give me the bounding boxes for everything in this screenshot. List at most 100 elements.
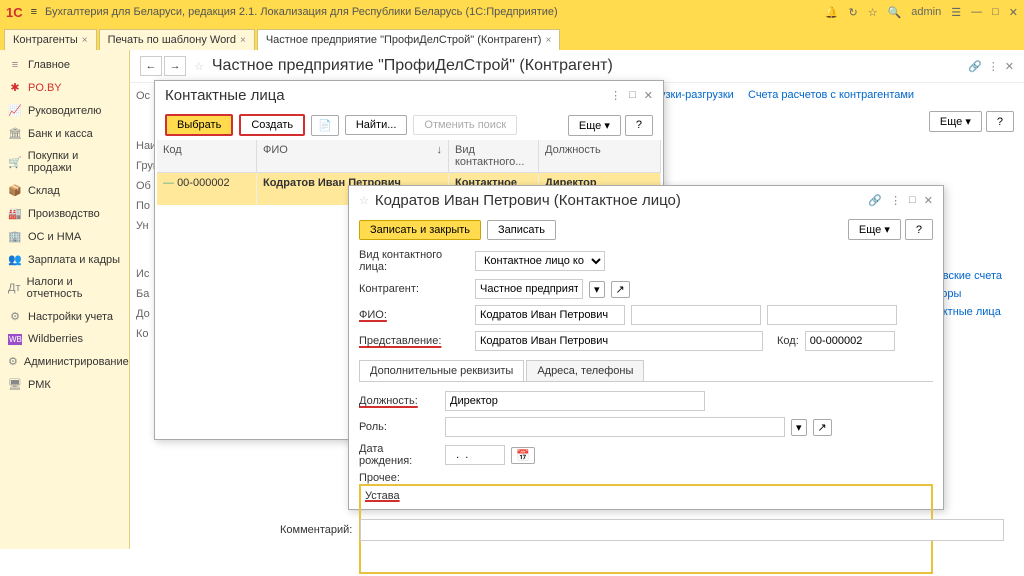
asterisk-icon: ✱ — [8, 81, 22, 94]
sidebar-item-sales[interactable]: 🛒Покупки и продажи — [0, 145, 129, 179]
sidebar-item-assets[interactable]: 🏢ОС и НМА — [0, 225, 129, 248]
nav-back[interactable]: ← — [140, 56, 162, 76]
copy-button[interactable]: 📄 — [311, 115, 339, 136]
help-button[interactable]: ? — [986, 111, 1014, 132]
dropdown-button[interactable]: ▾ — [791, 419, 807, 436]
search-icon[interactable]: 🔍 — [888, 6, 902, 19]
maximize-icon[interactable]: □ — [909, 194, 916, 207]
app-logo: 1С — [6, 5, 23, 20]
close-icon[interactable]: × — [82, 35, 88, 46]
sidebar-item-rmk[interactable]: 🖥РМК — [0, 373, 129, 396]
sidebar-item-bank[interactable]: 🏛Банк и касса — [0, 122, 129, 145]
maximize-icon[interactable]: □ — [629, 89, 636, 102]
find-button[interactable]: Найти... — [345, 115, 408, 135]
star-icon[interactable]: ☆ — [359, 194, 369, 207]
open-button[interactable]: ↗ — [611, 281, 630, 298]
tab-word-print[interactable]: Печать по шаблону Word× — [99, 29, 255, 50]
sidebar-item-taxes[interactable]: ДтНалоги и отчетность — [0, 271, 129, 305]
trunc-label: Ос — [136, 90, 150, 102]
link-icon[interactable]: 🔗 — [868, 194, 882, 207]
trunc-label: Ба — [136, 288, 150, 300]
star-icon[interactable]: ☆ — [194, 60, 204, 73]
sidebar-item-payroll[interactable]: 👥Зарплата и кадры — [0, 248, 129, 271]
settings-icon[interactable]: ☰ — [951, 6, 961, 19]
label-repr: Представление: — [359, 335, 469, 347]
minimize-icon[interactable]: — — [971, 6, 982, 18]
sidebar-item-wildberries[interactable]: WBWildberries — [0, 328, 129, 350]
close-icon[interactable]: × — [240, 35, 246, 46]
tab-counterparties[interactable]: Контрагенты× — [4, 29, 97, 50]
sidebar-item-warehouse[interactable]: 📦Склад — [0, 179, 129, 202]
counterparty-input[interactable] — [475, 279, 583, 299]
kebab-icon[interactable]: ⋮ — [610, 89, 621, 102]
tab-counterparty-card[interactable]: Частное предприятие "ПрофиДелСтрой" (Кон… — [257, 29, 560, 50]
help-button[interactable]: ? — [905, 219, 933, 240]
star-icon[interactable]: ☆ — [868, 6, 878, 19]
card-tab-details[interactable]: Дополнительные реквизиты — [359, 360, 524, 381]
help-button[interactable]: ? — [625, 115, 653, 136]
close-icon[interactable]: ✕ — [924, 194, 933, 207]
dialog-title: Контактные лица — [165, 87, 610, 104]
save-button[interactable]: Записать — [487, 220, 556, 240]
repr-input[interactable] — [475, 331, 763, 351]
sidebar-item-poby[interactable]: ✱PO.BY — [0, 76, 129, 99]
link-icon[interactable]: 🔗 — [968, 60, 982, 73]
sidebar-item-production[interactable]: 🏭Производство — [0, 202, 129, 225]
cancel-find-button: Отменить поиск — [413, 115, 517, 135]
label-birthdate: Дата рождения: — [359, 443, 439, 467]
menu-icon[interactable]: ≡ — [31, 6, 37, 18]
user-label[interactable]: admin — [911, 6, 941, 18]
close-icon[interactable]: ✕ — [1005, 60, 1014, 73]
close-icon[interactable]: × — [545, 35, 551, 46]
fio-input-3[interactable] — [767, 305, 897, 325]
label-code: Код: — [777, 335, 799, 347]
maximize-icon[interactable]: □ — [992, 6, 999, 18]
create-button[interactable]: Создать — [239, 114, 305, 136]
col-type[interactable]: Вид контактного... — [449, 140, 539, 172]
box-icon: 📦 — [8, 184, 22, 197]
calendar-icon[interactable]: 📅 — [511, 447, 535, 464]
dropdown-button[interactable]: ▾ — [589, 281, 605, 298]
fio-input[interactable] — [475, 305, 625, 325]
monitor-icon: 🖥 — [8, 378, 22, 391]
titlebar: 1С ≡ Бухгалтерия для Беларуси, редакция … — [0, 0, 1024, 24]
history-icon[interactable]: ↻ — [848, 6, 857, 19]
col-position[interactable]: Должность — [539, 140, 661, 172]
select-button[interactable]: Выбрать — [165, 114, 233, 136]
role-input[interactable] — [445, 417, 785, 437]
kebab-icon[interactable]: ⋮ — [988, 60, 999, 73]
comment-input[interactable] — [360, 519, 1004, 541]
col-code[interactable]: Код — [157, 140, 257, 172]
open-button[interactable]: ↗ — [813, 419, 832, 436]
gear-icon: ⚙ — [8, 355, 18, 368]
close-icon[interactable]: ✕ — [1009, 6, 1018, 19]
birthdate-input[interactable] — [445, 445, 505, 465]
sidebar-item-settings[interactable]: ⚙Настройки учета — [0, 305, 129, 328]
factory-icon: 🏭 — [8, 207, 22, 220]
bank-icon: 🏛 — [8, 127, 22, 140]
more-button[interactable]: Еще ▾ — [929, 111, 982, 132]
fio-input-2[interactable] — [631, 305, 761, 325]
trunc-label: Ко — [136, 328, 150, 340]
type-select[interactable]: Контактное лицо контраген — [475, 251, 605, 271]
link-unload[interactable]: узки-разгрузки — [660, 89, 734, 101]
bell-icon[interactable]: 🔔 — [825, 6, 839, 19]
nav-forward[interactable]: → — [164, 56, 186, 76]
app-title: Бухгалтерия для Беларуси, редакция 2.1. … — [45, 6, 817, 18]
more-button[interactable]: Еще ▾ — [848, 219, 901, 240]
save-close-button[interactable]: Записать и закрыть — [359, 220, 481, 240]
label-type: Вид контактного лица: — [359, 249, 469, 273]
sidebar-item-manager[interactable]: 📈Руководителю — [0, 99, 129, 122]
sidebar-item-admin[interactable]: ⚙Администрирование — [0, 350, 129, 373]
people-icon: 👥 — [8, 253, 22, 266]
more-button[interactable]: Еще ▾ — [568, 115, 621, 136]
position-input[interactable] — [445, 391, 705, 411]
contact-card-dialog: ☆ Кодратов Иван Петрович (Контактное лиц… — [348, 185, 944, 510]
kebab-icon[interactable]: ⋮ — [890, 194, 901, 207]
col-fio[interactable]: ФИО↓ — [257, 140, 449, 172]
sidebar-item-main[interactable]: ≡Главное — [0, 54, 129, 76]
card-tab-addresses[interactable]: Адреса, телефоны — [526, 360, 644, 381]
code-input[interactable] — [805, 331, 895, 351]
close-icon[interactable]: ✕ — [644, 89, 653, 102]
link-accounts[interactable]: Счета расчетов с контрагентами — [748, 89, 914, 101]
